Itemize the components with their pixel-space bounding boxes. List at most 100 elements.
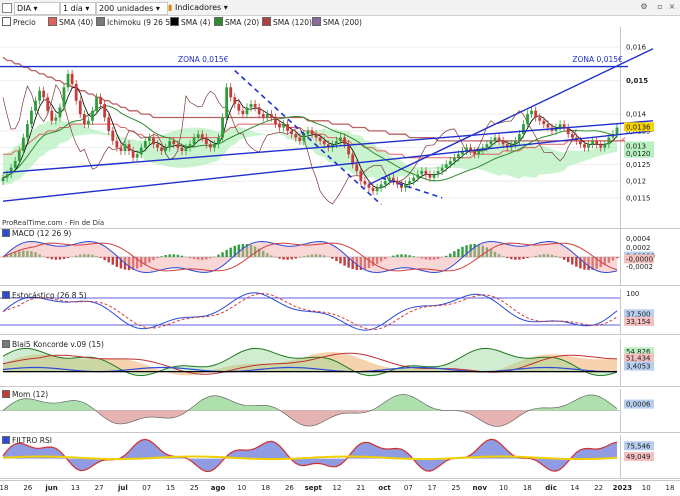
candle-body <box>152 137 155 145</box>
candle-body <box>172 140 176 145</box>
candle-body <box>493 137 497 141</box>
koncorde-title[interactable]: Blai5 Koncorde v.09 (15) <box>2 340 104 349</box>
candle-body <box>420 171 424 175</box>
stoch-tick-label: 100 <box>626 290 639 298</box>
stoch-title[interactable]: Estocástico (26 8 5) <box>2 291 87 300</box>
macd-bar <box>408 255 411 257</box>
x-tick-label: 27 <box>95 484 104 492</box>
macd-title[interactable]: MACD (12 26 9) <box>2 229 71 238</box>
candle-body <box>1 177 5 182</box>
candle-body <box>534 110 538 118</box>
candle-body <box>428 174 432 178</box>
watermark: ProRealTime.com - Fin de Día <box>2 219 104 227</box>
pane-title-label: FILTRO RSI <box>12 436 52 445</box>
candle-body <box>583 144 586 148</box>
macd-bar <box>172 254 175 257</box>
x-tick-label: 26 <box>285 484 294 492</box>
candle-body <box>274 117 277 125</box>
candle-body <box>412 177 416 182</box>
macd-bar <box>339 257 342 264</box>
macd-bar <box>99 257 102 258</box>
value-label: -0,0000 <box>626 255 653 263</box>
candle-body <box>233 97 237 105</box>
candle-body <box>367 184 371 188</box>
candle-body <box>558 124 562 128</box>
candle-body <box>143 140 147 148</box>
candle-body <box>208 144 212 148</box>
candle-body <box>416 174 420 178</box>
mom-title[interactable]: Mom (12) <box>2 390 48 399</box>
macd-bar <box>176 254 180 257</box>
candle-body <box>103 104 107 118</box>
x-tick-label: 14 <box>570 484 579 492</box>
macd-bar <box>522 257 525 260</box>
candle-body <box>131 150 135 158</box>
candle-body <box>253 104 257 108</box>
candle-body <box>245 107 249 115</box>
candle-body <box>615 127 619 135</box>
x-tick-label: 07 <box>404 484 413 492</box>
candle-body <box>82 114 86 125</box>
pane-swatch <box>2 436 10 444</box>
rsi-title[interactable]: FILTRO RSI <box>2 436 52 445</box>
candle-body <box>221 117 224 138</box>
candle-body <box>355 164 359 172</box>
candle-body <box>591 140 595 145</box>
x-tick-label: 10 <box>499 484 508 492</box>
candle-body <box>180 147 184 151</box>
pane-title-label: Estocástico (26 8 5) <box>12 291 87 300</box>
macd-bar <box>575 257 578 267</box>
candle-body <box>546 124 550 128</box>
price-tick-label: 0,016 <box>626 44 647 52</box>
candle-body <box>282 124 285 128</box>
candle-body <box>17 150 21 161</box>
candle-body <box>147 137 151 141</box>
macd-bar <box>225 249 228 257</box>
macd-bar <box>453 251 456 257</box>
candle-body <box>127 144 131 151</box>
candle-body <box>375 187 379 192</box>
candle-body <box>123 144 127 151</box>
candle-body <box>538 117 542 121</box>
stoch-k-line <box>2 292 618 331</box>
x-tick-label: 26 <box>23 484 32 492</box>
candle-body <box>391 177 395 182</box>
candle-body <box>424 171 428 175</box>
candle-body <box>314 134 318 138</box>
candle-body <box>192 137 196 145</box>
x-tick-label: 18 <box>523 484 532 492</box>
pane-title-label: Mom (12) <box>12 390 49 399</box>
candle-body <box>383 181 387 185</box>
candle-body <box>485 144 489 148</box>
candle-body <box>66 73 70 88</box>
candle-body <box>408 181 412 185</box>
price-tick-label: 0,014 <box>626 111 647 119</box>
macd-bar <box>103 257 106 261</box>
price-tick-label: 0,0115 <box>626 194 651 202</box>
macd-bar <box>286 257 289 260</box>
x-tick-label: 10 <box>642 484 651 492</box>
x-tick-label: 18 <box>0 484 8 492</box>
x-tick-label: jul <box>117 484 128 492</box>
x-tick-label: 07 <box>142 484 151 492</box>
macd-bar <box>518 257 521 260</box>
price-tick-label: 0,015 <box>626 77 648 85</box>
macd-bar <box>335 257 338 262</box>
macd-bar <box>111 257 114 265</box>
macd-bar <box>343 257 346 266</box>
pane-swatch <box>2 229 10 237</box>
macd-bar <box>331 257 334 259</box>
candle-body <box>204 137 208 145</box>
candle-body <box>62 87 66 108</box>
candle-body <box>50 110 54 121</box>
macd-bar <box>412 256 415 257</box>
macd-bar <box>461 246 464 257</box>
candle-body <box>587 144 590 148</box>
macd-bar <box>558 257 562 258</box>
chikou-line <box>2 84 577 205</box>
candle-body <box>298 137 302 141</box>
macd-bar <box>290 257 293 260</box>
candle-body <box>518 134 521 141</box>
candle-body <box>473 150 477 155</box>
macd-tick-label: -0,0002 <box>626 263 653 271</box>
